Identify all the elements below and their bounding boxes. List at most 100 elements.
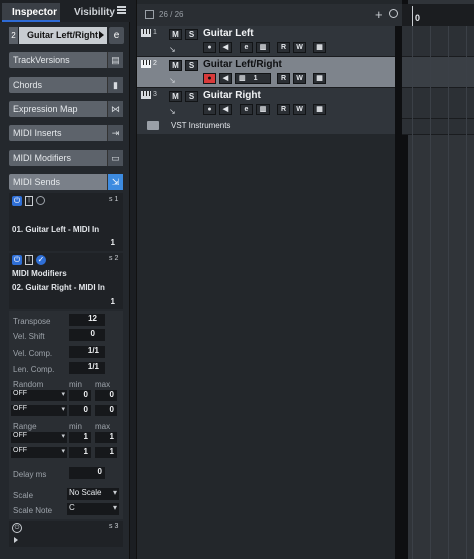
random-1-mode-select[interactable]: OFF: [11, 390, 67, 401]
mute-button[interactable]: M: [169, 60, 182, 71]
max-label: max: [95, 380, 111, 389]
random-2-max[interactable]: 0: [95, 405, 117, 416]
keyboard-icon[interactable]: ▦: [313, 104, 326, 115]
random-1-max[interactable]: 0: [95, 390, 117, 401]
track-row[interactable]: 3 M S Guitar Right ↘ ● ◀ e ▥ R W ▦: [137, 88, 401, 119]
section-label: Chords: [13, 80, 43, 90]
ruler[interactable]: 0: [402, 4, 474, 26]
monitor-button[interactable]: ◀: [219, 73, 232, 84]
vel-comp-label: Vel. Comp.: [13, 349, 53, 358]
random-label: Random: [13, 380, 44, 389]
write-automation-button[interactable]: W: [293, 104, 306, 115]
read-automation-button[interactable]: R: [277, 73, 290, 84]
send-channel[interactable]: 1: [99, 238, 115, 247]
range-2-min[interactable]: 1: [69, 447, 91, 458]
random-1-min[interactable]: 0: [69, 390, 91, 401]
edit-icon[interactable]: [36, 196, 45, 205]
inspector-panel: Inspector Visibility 2 Guitar Left/Right…: [0, 0, 130, 559]
expression-map-icon: ⋈: [107, 101, 123, 117]
random-2-mode-select[interactable]: OFF: [11, 405, 67, 416]
monitor-button[interactable]: ◀: [219, 42, 232, 53]
locator-marker: [412, 6, 413, 26]
grid-line: [466, 26, 467, 559]
delay-value[interactable]: 0: [69, 467, 105, 479]
section-expression-map[interactable]: Expression Map ⋈: [9, 101, 123, 117]
monitor-button[interactable]: ◀: [219, 104, 232, 115]
lane-button[interactable]: ▥: [256, 104, 270, 115]
section-chords[interactable]: Chords ▮: [9, 77, 123, 93]
track-number: 1: [153, 29, 157, 36]
section-label: MIDI Modifiers: [13, 153, 72, 163]
track-row[interactable]: 1 M S Guitar Left ↘ ● ◀ e ▥ R W ▦: [137, 26, 401, 57]
section-midi-sends[interactable]: MIDI Sends ⇲: [9, 174, 123, 190]
track-name[interactable]: Guitar Left/Right: [203, 59, 282, 70]
len-comp-value[interactable]: 1/1: [69, 362, 105, 374]
read-automation-button[interactable]: R: [277, 42, 290, 53]
tab-inspector[interactable]: Inspector: [2, 3, 60, 22]
routing-arrow-icon: ↘: [169, 76, 176, 85]
add-track-button[interactable]: +: [375, 7, 383, 22]
track-name[interactable]: Guitar Right: [203, 90, 261, 101]
track-name[interactable]: Guitar Left: [203, 28, 254, 39]
send-slot-1: ⏻ | s 1 01. Guitar Left - MIDI In 1: [9, 193, 123, 251]
folder-track-name[interactable]: VST Instruments: [171, 121, 230, 130]
insert-icon[interactable]: |: [25, 255, 33, 265]
keyboard-icon[interactable]: ▦: [313, 42, 326, 53]
write-automation-button[interactable]: W: [293, 73, 306, 84]
section-trackversions[interactable]: TrackVersions ▤: [9, 52, 123, 68]
edit-instrument-button[interactable]: e: [109, 27, 124, 44]
write-automation-button[interactable]: W: [293, 42, 306, 53]
inspector-track-header[interactable]: 2 Guitar Left/Right e: [9, 27, 124, 44]
insert-icon[interactable]: |: [25, 196, 33, 206]
record-enable-button[interactable]: ●: [203, 73, 216, 84]
scale-select[interactable]: No Scale: [67, 488, 119, 500]
power-icon[interactable]: ⏻: [12, 523, 22, 533]
solo-button[interactable]: S: [185, 29, 198, 40]
find-track-icon[interactable]: [389, 9, 398, 18]
slot-heading: MIDI Modifiers: [12, 269, 67, 278]
track-list-settings-icon[interactable]: [145, 10, 154, 19]
track-count: 26 / 26: [159, 10, 184, 19]
record-enable-button[interactable]: ●: [203, 104, 216, 115]
project-area[interactable]: 0: [402, 0, 474, 559]
midi-track-icon: [141, 29, 151, 37]
send-destination[interactable]: 01. Guitar Left - MIDI In: [12, 225, 99, 234]
edit-active-icon[interactable]: ✓: [36, 255, 46, 265]
solo-button[interactable]: S: [185, 91, 198, 102]
edit-button[interactable]: e: [240, 42, 253, 53]
send-channel[interactable]: 1: [99, 297, 115, 306]
expand-arrow-icon[interactable]: [14, 537, 18, 543]
range-1-min[interactable]: 1: [69, 432, 91, 443]
range-1-mode-select[interactable]: OFF: [11, 432, 67, 443]
range-1-max[interactable]: 1: [95, 432, 117, 443]
track-name[interactable]: Guitar Left/Right: [19, 27, 107, 44]
keyboard-icon[interactable]: ▦: [313, 73, 326, 84]
power-icon[interactable]: ⏻: [12, 255, 22, 265]
edit-button[interactable]: e: [240, 104, 253, 115]
range-2-max[interactable]: 1: [95, 447, 117, 458]
section-midi-modifiers[interactable]: MIDI Modifiers ▭: [9, 150, 123, 166]
mute-button[interactable]: M: [169, 29, 182, 40]
tab-visibility[interactable]: Visibility: [64, 3, 115, 22]
vel-comp-value[interactable]: 1/1: [69, 346, 105, 358]
random-2-min[interactable]: 0: [69, 405, 91, 416]
transpose-value[interactable]: 12: [69, 314, 105, 326]
power-icon[interactable]: ⏻: [12, 196, 22, 206]
section-midi-inserts[interactable]: MIDI Inserts ⇥: [9, 125, 123, 141]
lanes-selector[interactable]: ▥ 1: [235, 73, 271, 84]
menu-icon[interactable]: [117, 6, 126, 14]
track-row[interactable]: 2 M S Guitar Left/Right ↘ ● ◀ ▥ 1 R W ▦: [137, 57, 401, 88]
folder-track-row[interactable]: VST Instruments: [137, 118, 401, 134]
range-2-mode-select[interactable]: OFF: [11, 447, 67, 458]
vel-shift-value[interactable]: 0: [69, 329, 105, 341]
lane-button[interactable]: ▥: [256, 42, 270, 53]
mute-button[interactable]: M: [169, 91, 182, 102]
grid-line: [448, 26, 449, 559]
read-automation-button[interactable]: R: [277, 104, 290, 115]
scale-note-select[interactable]: C: [67, 503, 119, 515]
track-list-header: 26 / 26 +: [137, 4, 403, 26]
record-enable-button[interactable]: ●: [203, 42, 216, 53]
solo-button[interactable]: S: [185, 60, 198, 71]
send-destination[interactable]: 02. Guitar Right - MIDI In: [12, 283, 105, 292]
grid-line: [430, 26, 431, 559]
